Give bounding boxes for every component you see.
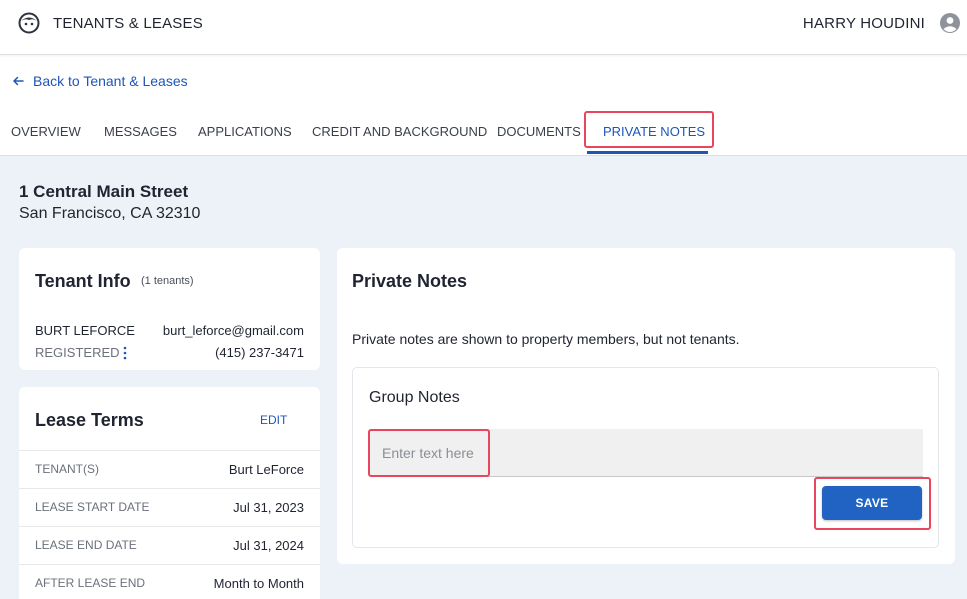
- tenant-phone: (415) 237-3471: [215, 345, 304, 360]
- lease-row-value: Burt LeForce: [228, 462, 304, 477]
- lease-row: LEASE START DATE Jul 31, 2023: [19, 488, 320, 526]
- lease-row-label: AFTER LEASE END: [35, 576, 146, 590]
- more-vert-icon[interactable]: [122, 346, 128, 360]
- tab-bar: OVERVIEW MESSAGES APPLICATIONS CREDIT AN…: [0, 112, 967, 156]
- private-notes-title: Private Notes: [352, 271, 468, 291]
- save-button[interactable]: SAVE: [822, 486, 922, 520]
- face-logo-icon[interactable]: [18, 12, 40, 34]
- lease-row-value: Month to Month: [213, 576, 304, 591]
- main-content: 1 Central Main Street San Francisco, CA …: [0, 156, 967, 599]
- tab-credit-and-background[interactable]: CREDIT AND BACKGROUND: [312, 124, 487, 139]
- lease-row-label: LEASE END DATE: [35, 538, 137, 552]
- lease-row: TENANT(S) Burt LeForce: [19, 450, 320, 488]
- private-notes-card: Private Notes Private notes are shown to…: [337, 248, 955, 564]
- tenant-count: (1 tenants): [141, 275, 194, 287]
- top-bar: TENANTS & LEASES HARRY HOUDINI: [0, 0, 967, 55]
- back-to-tenants-link[interactable]: Back to Tenant & Leases: [12, 73, 188, 89]
- active-tab-indicator: [587, 151, 708, 154]
- tab-overview[interactable]: OVERVIEW: [11, 124, 81, 139]
- tab-private-notes[interactable]: PRIVATE NOTES: [603, 124, 705, 139]
- tenant-status: REGISTERED: [35, 345, 120, 360]
- lease-row: LEASE END DATE Jul 31, 2024: [19, 526, 320, 564]
- private-notes-description: Private notes are shown to property memb…: [352, 331, 740, 347]
- back-link-label: Back to Tenant & Leases: [33, 73, 188, 89]
- lease-row: AFTER LEASE END Month to Month: [19, 564, 320, 599]
- tenant-email: burt_leforce@gmail.com: [162, 323, 304, 338]
- tab-documents[interactable]: DOCUMENTS: [497, 124, 581, 139]
- tab-applications[interactable]: APPLICATIONS: [198, 124, 292, 139]
- property-address-line2: San Francisco, CA 32310: [19, 205, 201, 222]
- tenant-info-title: Tenant Info: [35, 271, 131, 291]
- lease-terms-title: Lease Terms: [35, 410, 144, 430]
- group-notes-input[interactable]: [370, 429, 923, 477]
- edit-lease-button[interactable]: EDIT: [260, 413, 287, 427]
- group-notes-panel: Group Notes SAVE: [352, 367, 939, 548]
- group-notes-title: Group Notes: [369, 389, 460, 406]
- tab-messages[interactable]: MESSAGES: [104, 124, 177, 139]
- app-title: TENANTS & LEASES: [53, 15, 203, 32]
- tenant-name: BURT LEFORCE: [35, 323, 135, 338]
- lease-row-label: LEASE START DATE: [35, 500, 150, 514]
- account-circle-icon[interactable]: [939, 12, 961, 34]
- lease-row-label: TENANT(S): [35, 462, 99, 476]
- tenant-info-card: Tenant Info (1 tenants) BURT LEFORCE bur…: [19, 248, 320, 370]
- lease-terms-card: Lease Terms EDIT TENANT(S) Burt LeForce …: [19, 387, 320, 599]
- arrow-left-icon: [13, 76, 24, 86]
- lease-row-value: Jul 31, 2023: [233, 500, 304, 515]
- user-name[interactable]: HARRY HOUDINI: [803, 15, 925, 32]
- property-address-line1: 1 Central Main Street: [19, 182, 189, 201]
- lease-row-value: Jul 31, 2024: [233, 538, 304, 553]
